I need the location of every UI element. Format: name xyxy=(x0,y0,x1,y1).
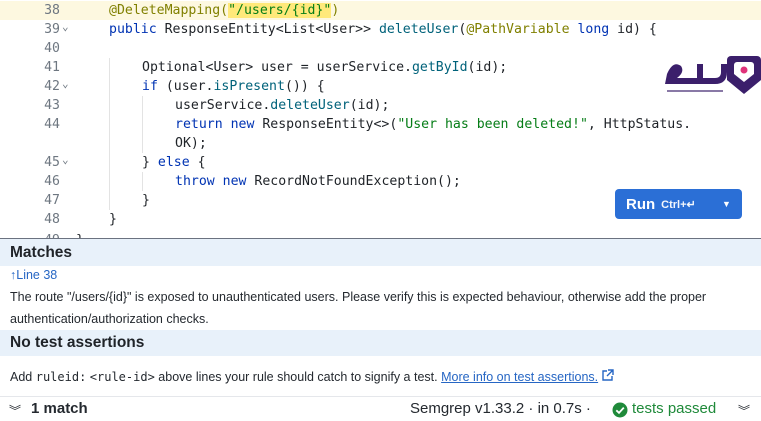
run-label: Run xyxy=(626,195,656,213)
matches-header: Matches xyxy=(0,239,761,266)
line-number: 49 xyxy=(0,231,60,238)
line-number: 40 xyxy=(44,41,60,56)
indent-guide xyxy=(109,77,110,96)
tests-status: tests passed xyxy=(632,400,717,417)
fold-chevron-icon[interactable]: ⌄ xyxy=(62,17,76,36)
line-number: 45 xyxy=(44,155,60,170)
code-text: } xyxy=(76,231,84,238)
indent-guide xyxy=(109,134,110,153)
code-line[interactable]: 43 userService.deleteUser(id); xyxy=(0,96,761,115)
brand-logo xyxy=(665,56,761,94)
match-count: 1 match xyxy=(31,400,88,417)
indent-guide xyxy=(109,96,110,115)
code-text: public ResponseEntity<List<User>> delete… xyxy=(109,22,657,37)
hint-code-rule-id: <rule-id> xyxy=(89,370,155,384)
code-line[interactable]: 41 Optional<User> user = userService.getB… xyxy=(0,58,761,77)
indent-guide xyxy=(109,191,110,210)
code-line[interactable]: 38 @DeleteMapping("/users/{id}") xyxy=(0,1,761,20)
code-line[interactable]: 39 ⌄ public ResponseEntity<List<User>> del… xyxy=(0,20,761,39)
code-text: @DeleteMapping("/users/{id}") xyxy=(109,3,340,18)
line-number: 47 xyxy=(44,193,60,208)
status-bar: ︾ 1 match Semgrep v1.33.2 · in 0.7s · te… xyxy=(0,396,761,421)
assertions-header: No test assertions xyxy=(0,330,761,356)
line-number: 46 xyxy=(44,174,60,189)
indent-guide xyxy=(142,115,143,134)
assertions-info-link[interactable]: More info on test assertions. xyxy=(441,370,598,384)
indent-guide xyxy=(142,134,143,153)
run-dropdown-button[interactable]: ▼ xyxy=(711,189,742,219)
indent-guide xyxy=(142,172,143,191)
code-text: throw new RecordNotFoundException(); xyxy=(175,174,461,189)
double-chevron-down-icon[interactable]: ︾ xyxy=(9,402,21,419)
code-line[interactable]: 42 ⌄ if (user.isPresent()) { xyxy=(0,77,761,96)
assertions-hint: Add ruleid: <rule-id> above lines your r… xyxy=(10,369,614,384)
check-circle-icon xyxy=(612,402,628,418)
line-number: 41 xyxy=(44,60,60,75)
semgrep-info: Semgrep v1.33.2 · in 0.7s · xyxy=(410,400,591,417)
code-line[interactable]: 45 ⌄ } else { xyxy=(0,153,761,172)
code-text: if (user.isPresent()) { xyxy=(142,79,325,94)
code-line[interactable]: 44 return new ResponseEntity<>("User has … xyxy=(0,115,761,134)
expand-panel-icon[interactable]: ︾ xyxy=(738,402,750,419)
line-number: 43 xyxy=(44,98,60,113)
code-line[interactable]: 40 xyxy=(0,39,761,58)
caret-down-icon: ▼ xyxy=(722,199,731,209)
indent-guide xyxy=(109,58,110,77)
external-link-icon xyxy=(602,369,614,381)
line-number: 48 xyxy=(44,212,60,227)
match-message: The route "/users/{id}" is exposed to un… xyxy=(10,290,707,326)
fold-chevron-icon[interactable]: ⌄ xyxy=(62,150,76,169)
hint-prefix: Add xyxy=(10,370,36,384)
code-line[interactable]: OK); xyxy=(0,134,761,153)
code-text: userService.deleteUser(id); xyxy=(175,98,390,113)
run-button[interactable]: Run Ctrl+↵ ▼ xyxy=(615,189,742,219)
line-number: 38 xyxy=(44,3,60,18)
line-number: 44 xyxy=(44,117,60,132)
cut-off-line: 49 } xyxy=(0,231,120,238)
code-text: OK); xyxy=(175,136,207,151)
hint-code-ruleid: ruleid: xyxy=(35,370,87,384)
indent-guide xyxy=(109,153,110,172)
indent-guide xyxy=(109,115,110,134)
run-shortcut: Ctrl+↵ xyxy=(661,198,696,211)
matches-title: Matches xyxy=(10,244,73,261)
code-text: } xyxy=(142,193,150,208)
line-number: 42 xyxy=(44,79,60,94)
code-text: } else { xyxy=(142,155,206,170)
code-text: } xyxy=(109,212,117,227)
indent-guide xyxy=(109,172,110,191)
code-text: Optional<User> user = userService.getByI… xyxy=(142,60,508,75)
line-number: 39 xyxy=(44,22,60,37)
code-text: return new ResponseEntity<>("User has be… xyxy=(175,117,692,132)
line-link[interactable]: ↑Line 38 xyxy=(10,268,57,282)
fold-chevron-icon[interactable]: ⌄ xyxy=(62,74,76,93)
hint-suffix: above lines your rule should catch to si… xyxy=(154,370,442,384)
run-main-button[interactable]: Run Ctrl+↵ xyxy=(615,189,711,219)
assertions-title: No test assertions xyxy=(10,334,145,351)
indent-guide xyxy=(142,96,143,115)
